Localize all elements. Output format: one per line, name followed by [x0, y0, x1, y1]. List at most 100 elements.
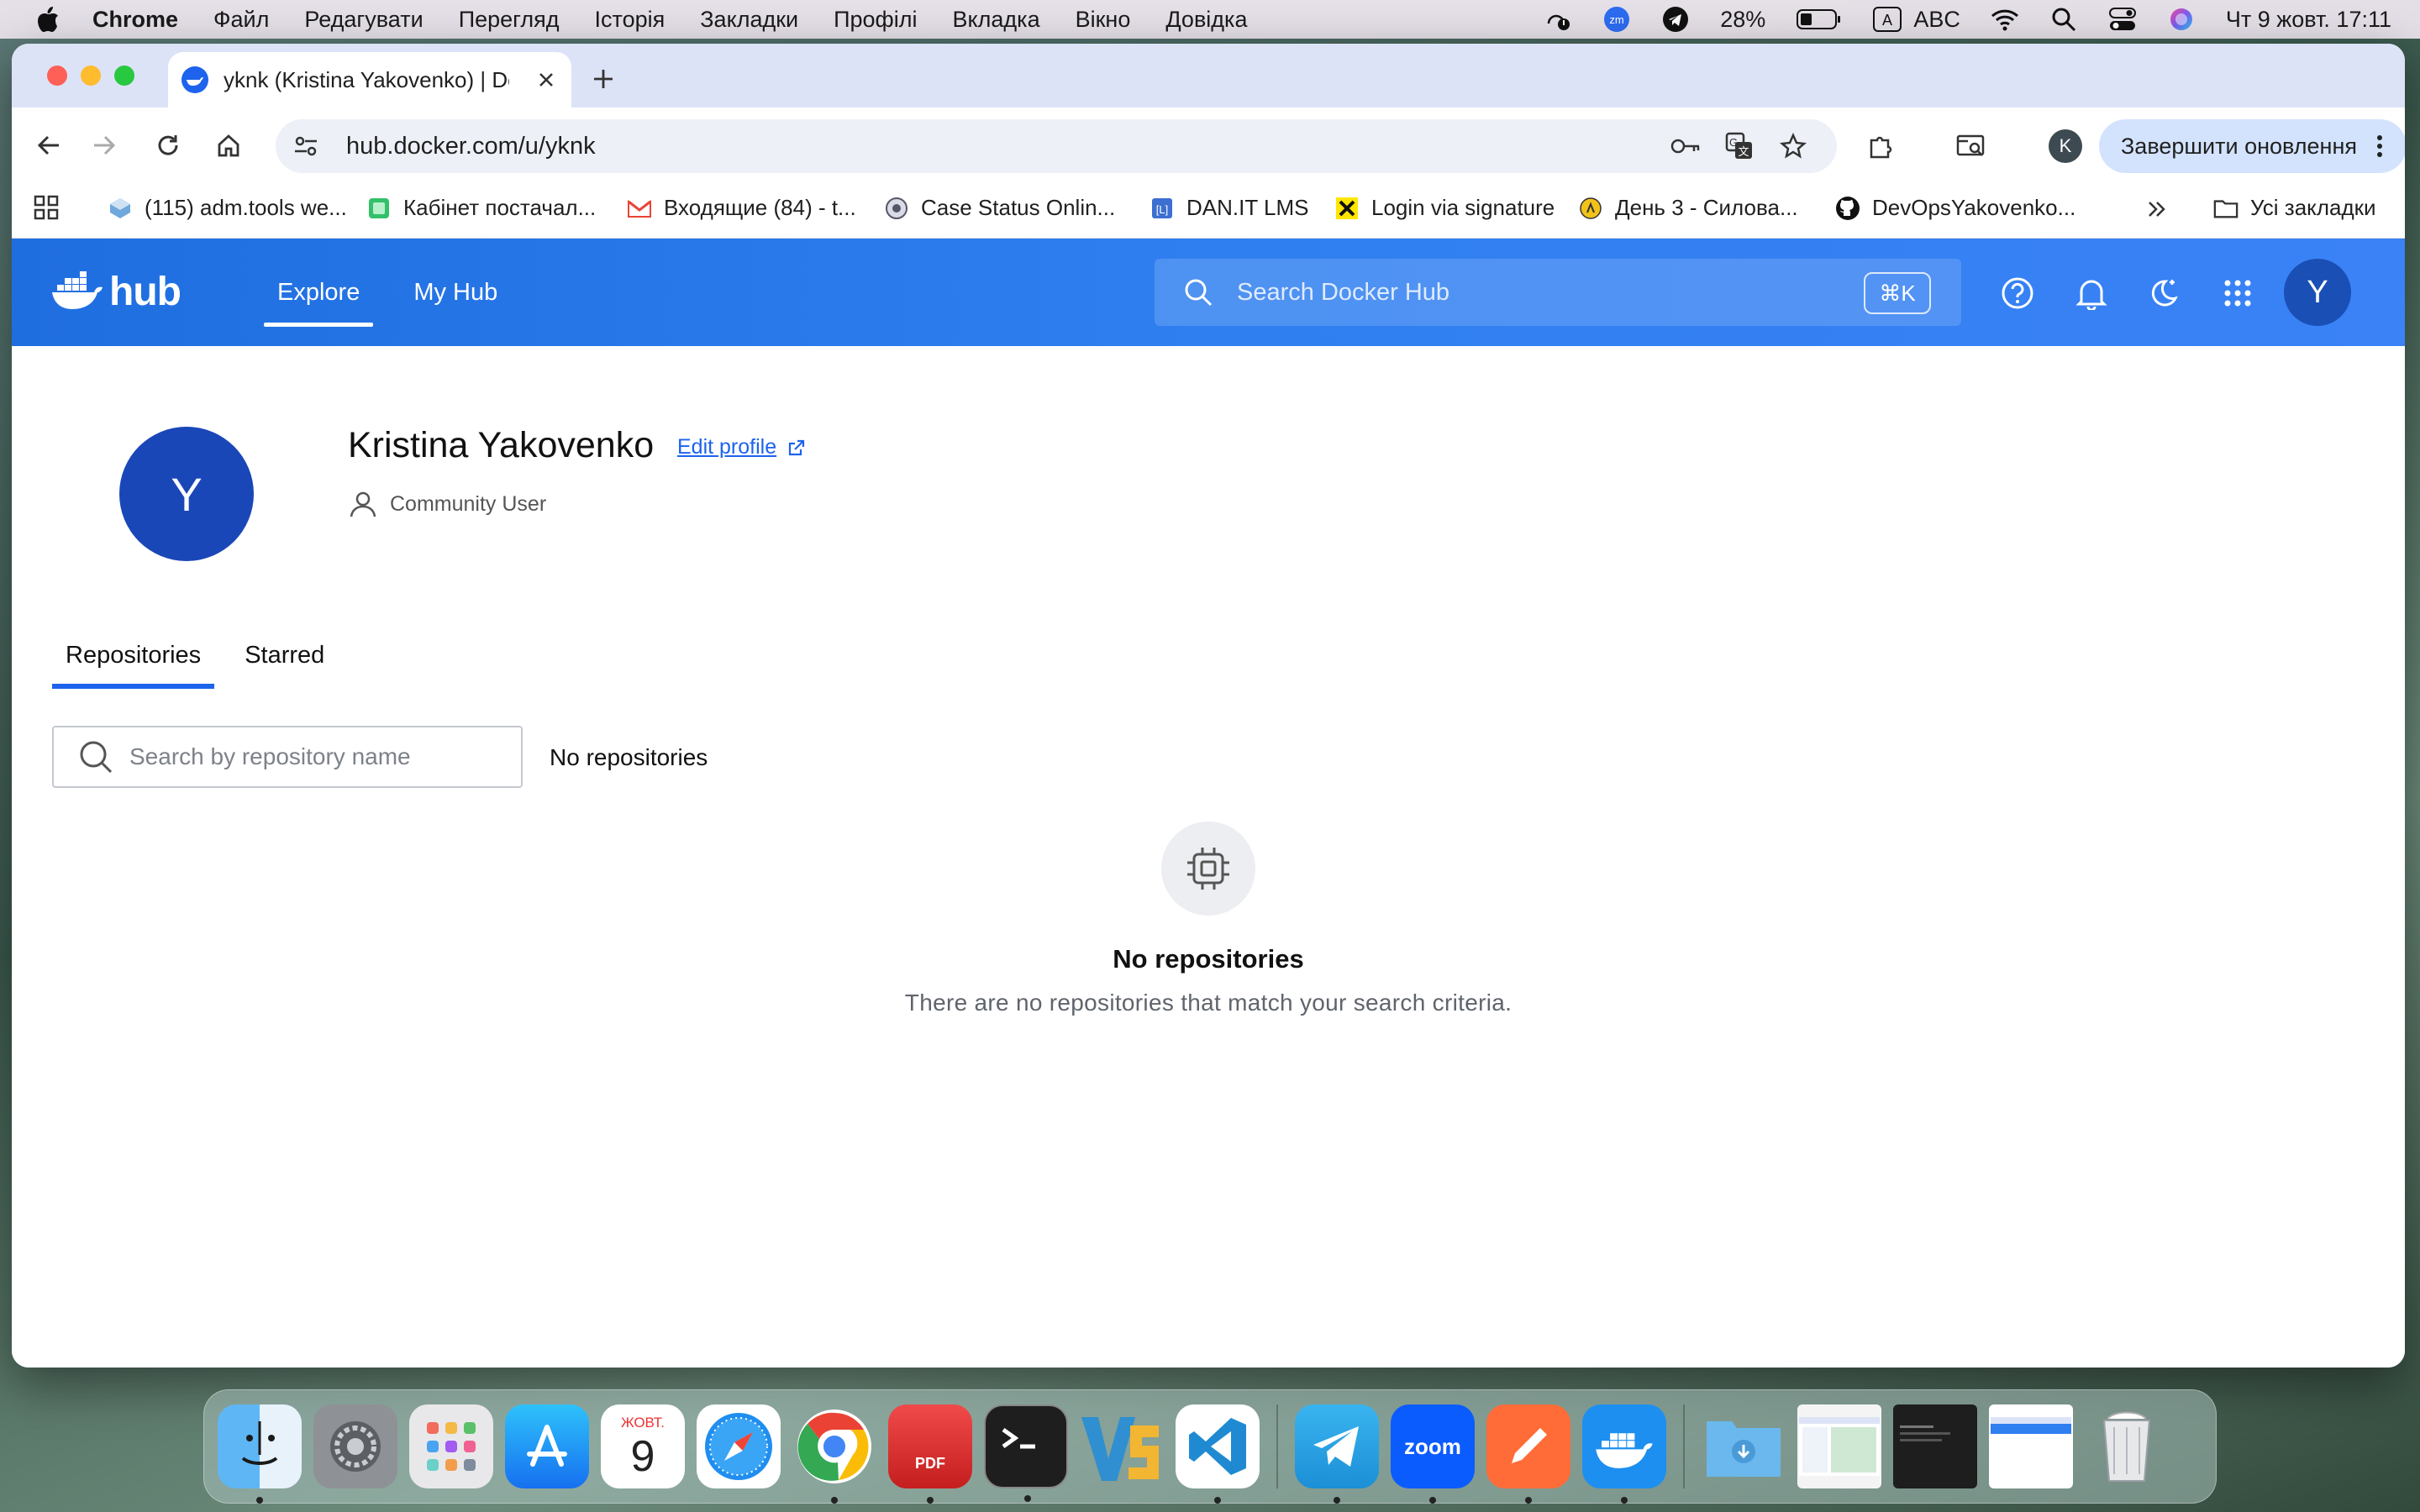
- tab-starred[interactable]: Starred: [231, 642, 338, 689]
- forward-icon[interactable]: [87, 129, 121, 162]
- menu-history[interactable]: Історія: [595, 7, 666, 33]
- menu-profiles[interactable]: Профілі: [834, 7, 917, 33]
- menu-view[interactable]: Перегляд: [459, 7, 560, 33]
- search-icon: [1181, 276, 1215, 309]
- home-icon[interactable]: [212, 129, 245, 162]
- dock-window-vscode[interactable]: [1893, 1404, 1977, 1488]
- menu-edit[interactable]: Редагувати: [304, 7, 423, 33]
- docker-hub-logo[interactable]: hub: [50, 269, 182, 315]
- dock-terminal[interactable]: [984, 1404, 1068, 1502]
- dock-safari[interactable]: [697, 1404, 781, 1488]
- menu-help[interactable]: Довідка: [1165, 7, 1247, 33]
- dock-chrome[interactable]: [792, 1404, 876, 1504]
- date-time[interactable]: Чт 9 жовт. 17:11: [2226, 7, 2391, 33]
- dock-system-settings[interactable]: [313, 1404, 397, 1488]
- menu-app-name[interactable]: Chrome: [92, 7, 178, 33]
- back-icon[interactable]: [32, 129, 66, 162]
- wifi-icon[interactable]: [1991, 5, 2019, 34]
- reload-icon[interactable]: [151, 129, 185, 162]
- dock-telegram[interactable]: [1295, 1404, 1379, 1504]
- launchpad-icon: [427, 1422, 476, 1471]
- extensions-icon[interactable]: [1864, 129, 1897, 163]
- more-menu-icon[interactable]: [2376, 134, 2383, 164]
- minimize-window-button[interactable]: [81, 66, 101, 86]
- bookmark-dan-it-lms[interactable]: [L] DAN.IT LMS: [1150, 195, 1308, 221]
- bookmark-github[interactable]: DevOpsYakovenko...: [1835, 195, 2075, 221]
- dock-window-telegram[interactable]: [1797, 1404, 1881, 1488]
- close-window-button[interactable]: [47, 66, 67, 86]
- apple-icon[interactable]: [34, 5, 62, 34]
- edit-profile-link[interactable]: Edit profile: [677, 435, 807, 459]
- new-tab-icon[interactable]: [587, 62, 620, 96]
- dock-zoom[interactable]: zoom: [1391, 1404, 1475, 1504]
- bookmark-label: Case Status Onlin...: [921, 195, 1116, 220]
- menu-file[interactable]: Файл: [213, 7, 269, 33]
- tab-search-icon[interactable]: [1954, 129, 1988, 163]
- svg-text:G: G: [1729, 136, 1738, 149]
- browser-tab-active[interactable]: yknk (Kristina Yakovenko) | Do: [168, 52, 571, 108]
- empty-state-icon: [1161, 822, 1255, 916]
- menu-tab[interactable]: Вкладка: [953, 7, 1040, 33]
- profile-avatar[interactable]: K: [2049, 129, 2082, 163]
- bookmark-day-3[interactable]: День 3 - Силова...: [1578, 195, 1798, 221]
- bookmark-label: Login via signature: [1371, 195, 1555, 220]
- dock-finder[interactable]: [218, 1404, 302, 1504]
- apps-grid-icon[interactable]: [2220, 276, 2255, 311]
- apps-grid-icon[interactable]: [34, 195, 59, 220]
- battery-icon[interactable]: [1796, 5, 1843, 34]
- bookmark-gmail[interactable]: Входящие (84) - t...: [627, 195, 856, 221]
- repository-search-input[interactable]: Search by repository name: [52, 726, 523, 788]
- menu-window[interactable]: Вікно: [1076, 7, 1131, 33]
- tab-repositories[interactable]: Repositories: [52, 642, 215, 689]
- dock-downloads-folder[interactable]: [1702, 1404, 1786, 1488]
- address-bar[interactable]: hub.docker.com/u/yknk 文G: [276, 119, 1837, 173]
- docker-whale-icon: [1596, 1433, 1653, 1468]
- dock-calendar[interactable]: ЖОВТ. 9: [601, 1404, 685, 1488]
- menu-bookmarks[interactable]: Закладки: [700, 7, 798, 33]
- spotlight-icon[interactable]: [2049, 5, 2078, 34]
- help-icon[interactable]: [2000, 276, 2035, 311]
- hub-main-nav: Explore My Hub: [264, 239, 497, 346]
- theme-toggle-icon[interactable]: [2146, 276, 2181, 311]
- all-bookmarks-folder[interactable]: Усі закладки: [2213, 195, 2376, 221]
- window-thumbnail-icon: [1991, 1417, 2071, 1476]
- vscode-icon: [1189, 1418, 1246, 1475]
- more-bookmarks-icon[interactable]: [2146, 198, 2168, 220]
- dock-docker[interactable]: [1582, 1404, 1666, 1504]
- bookmark-case-status[interactable]: Case Status Onlin...: [884, 195, 1115, 221]
- translate-icon[interactable]: 文G: [1724, 131, 1754, 161]
- bookmark-adm-tools[interactable]: (115) adm.tools we...: [108, 195, 347, 221]
- user-avatar[interactable]: Y: [2284, 259, 2351, 326]
- notifications-bell-icon[interactable]: [2074, 276, 2109, 311]
- dock-trash[interactable]: [2085, 1404, 2169, 1488]
- time-machine-icon[interactable]: [1544, 5, 1572, 34]
- dock-postman[interactable]: [1486, 1404, 1570, 1504]
- dock-launchpad[interactable]: [409, 1404, 493, 1488]
- nav-my-hub[interactable]: My Hub: [413, 279, 497, 307]
- tab-close-icon[interactable]: [534, 68, 558, 92]
- calendar-day: 9: [630, 1432, 655, 1481]
- finish-update-button[interactable]: Завершити оновлення: [2099, 119, 2405, 173]
- dock-vscode[interactable]: [1176, 1404, 1260, 1504]
- bookmark-login-signature[interactable]: Login via signature: [1334, 195, 1555, 221]
- siri-icon[interactable]: [2167, 5, 2196, 34]
- site-settings-icon[interactable]: [291, 131, 321, 161]
- control-center-icon[interactable]: [2108, 5, 2137, 34]
- input-source-icon[interactable]: A: [1873, 5, 1902, 34]
- password-key-icon[interactable]: [1670, 131, 1701, 161]
- dock-app-store[interactable]: [505, 1404, 589, 1488]
- all-bookmarks-label: Усі закладки: [2250, 195, 2376, 220]
- dock-veeam[interactable]: [1080, 1404, 1164, 1488]
- bookmark-star-icon[interactable]: [1778, 131, 1808, 161]
- telegram-status-icon[interactable]: [1661, 5, 1690, 34]
- maximize-window-button[interactable]: [114, 66, 134, 86]
- nav-explore[interactable]: Explore: [264, 279, 374, 327]
- bookmark-supplier-cabinet[interactable]: Кабінет постачал...: [366, 195, 596, 221]
- svg-text:A: A: [1882, 12, 1892, 29]
- zoom-status-icon[interactable]: zm: [1602, 5, 1631, 34]
- dock-window-chrome[interactable]: [1989, 1404, 2073, 1488]
- bookmark-label: DAN.IT LMS: [1186, 195, 1309, 220]
- empty-state-description: There are no repositories that match you…: [904, 990, 1512, 1016]
- dock-pdf-app[interactable]: PDF: [888, 1404, 972, 1504]
- docker-hub-search[interactable]: Search Docker Hub ⌘K: [1155, 259, 1961, 326]
